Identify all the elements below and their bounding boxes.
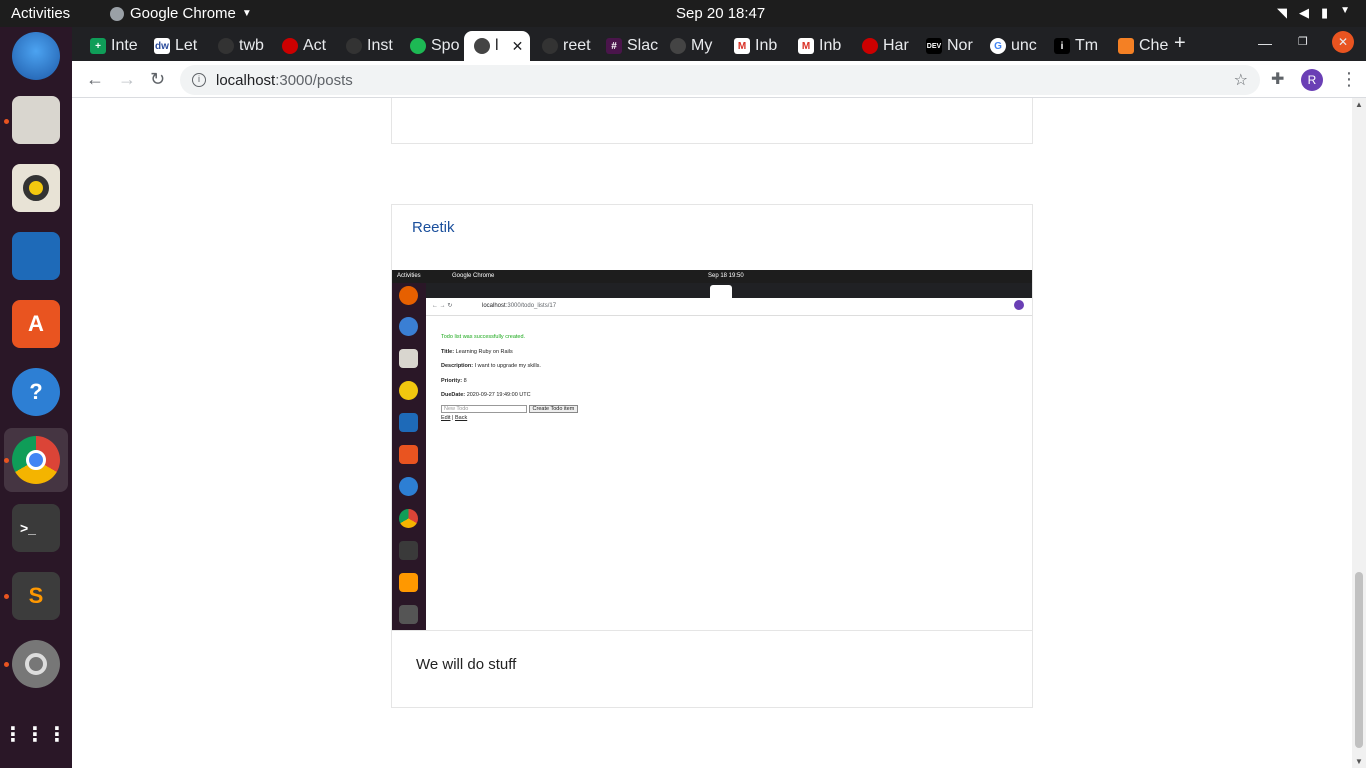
show-apps-icon[interactable]: ⋮⋮⋮ [3,710,67,758]
chevron-down-icon: ▼ [241,8,252,19]
close-tab-icon[interactable]: ✕ [512,38,524,55]
minimize-button[interactable]: — [1258,35,1272,51]
page-scrollbar[interactable]: ▲ ▼ [1352,98,1366,768]
tab[interactable]: Inst [336,31,398,61]
post-image: Activities Google Chrome Sep 18 19:50 ← … [392,270,1032,630]
profile-avatar[interactable]: R [1301,69,1323,91]
post-body: We will do stuff [416,656,517,673]
app-menu[interactable]: Google Chrome ▼ [110,5,252,22]
address-bar[interactable]: i localhost:3000/posts ☆ [180,65,1260,95]
terminal-icon[interactable]: >_ [12,504,60,552]
tab[interactable]: + Inte [80,31,142,61]
chrome-icon [110,6,124,21]
tab[interactable]: # Slac [596,31,658,61]
scroll-up-icon[interactable]: ▲ [1355,100,1363,109]
post-card: Reetik Activities Google Chrome Sep 18 1… [391,204,1033,708]
tab[interactable]: My [660,31,722,61]
tab[interactable]: twb [208,31,270,61]
tab-active[interactable]: l ✕ [464,31,530,61]
tab[interactable]: Har [852,31,914,61]
menu-icon[interactable]: ⋮ [1340,69,1358,90]
tab[interactable]: reet [532,31,594,61]
browser-toolbar: ← → ↻ i localhost:3000/posts ☆ ✚ R ⋮ [72,61,1366,98]
extensions-icon[interactable]: ✚ [1271,69,1284,89]
forward-button[interactable]: → [118,69,136,90]
system-top-bar: Activities Google Chrome ▼ Sep 20 18:47 … [0,0,1366,27]
tab[interactable]: M Inb [724,31,786,61]
app-menu-label: Google Chrome [130,5,236,22]
battery-icon: ▮ [1320,5,1329,20]
wifi-icon: ◥ [1276,5,1287,20]
tab-strip: + Inte dw Let twb Act Inst Spo l ✕ reet # Sl… [72,27,1366,61]
tab[interactable]: Gunc [980,31,1042,61]
tab[interactable]: M Inb [788,31,850,61]
page-content: Reetik Activities Google Chrome Sep 18 1… [72,98,1366,768]
activities-button[interactable]: Activities [11,5,70,22]
chevron-down-icon: ▼ [1340,5,1350,16]
writer-icon[interactable] [12,232,60,280]
rhythmbox-icon[interactable] [12,164,60,212]
tab[interactable]: Act [272,31,334,61]
post-card-previous [391,98,1033,144]
back-button[interactable]: ← [86,69,104,90]
settings-icon[interactable] [12,640,60,688]
scrollbar-thumb[interactable] [1355,572,1363,748]
url-path: :3000/posts [275,71,353,89]
bookmark-star-icon[interactable]: ☆ [1234,70,1248,90]
post-image-divider [392,630,1032,631]
system-tray[interactable]: ◥ ◀ ▮ ▼ [1277,5,1350,21]
tab[interactable]: Spo [400,31,462,61]
files-icon[interactable] [12,96,60,144]
thunderbird-icon[interactable] [12,32,60,80]
tab[interactable]: i Tm [1044,31,1106,61]
volume-icon: ◀ [1298,5,1309,20]
help-icon[interactable]: ? [12,368,60,416]
chrome-icon[interactable] [12,436,60,484]
info-icon[interactable]: i [192,73,206,87]
software-center-icon[interactable]: A [12,300,60,348]
sublime-icon[interactable]: S [12,572,60,620]
tab[interactable]: Che [1108,31,1170,61]
reload-button[interactable]: ↻ [150,69,165,90]
scroll-down-icon[interactable]: ▼ [1355,757,1363,766]
clock[interactable]: Sep 20 18:47 [676,5,765,22]
tab[interactable]: DEV Nor [916,31,978,61]
close-window-button[interactable]: ✕ [1332,31,1354,53]
new-tab-button[interactable]: + [1174,32,1186,55]
restore-button[interactable]: ❐ [1298,35,1308,48]
post-author-link[interactable]: Reetik [412,219,455,236]
dock: A ? >_ S ⋮⋮⋮ [0,27,72,768]
tab[interactable]: dw Let [144,31,206,61]
url-host: localhost [216,71,276,89]
